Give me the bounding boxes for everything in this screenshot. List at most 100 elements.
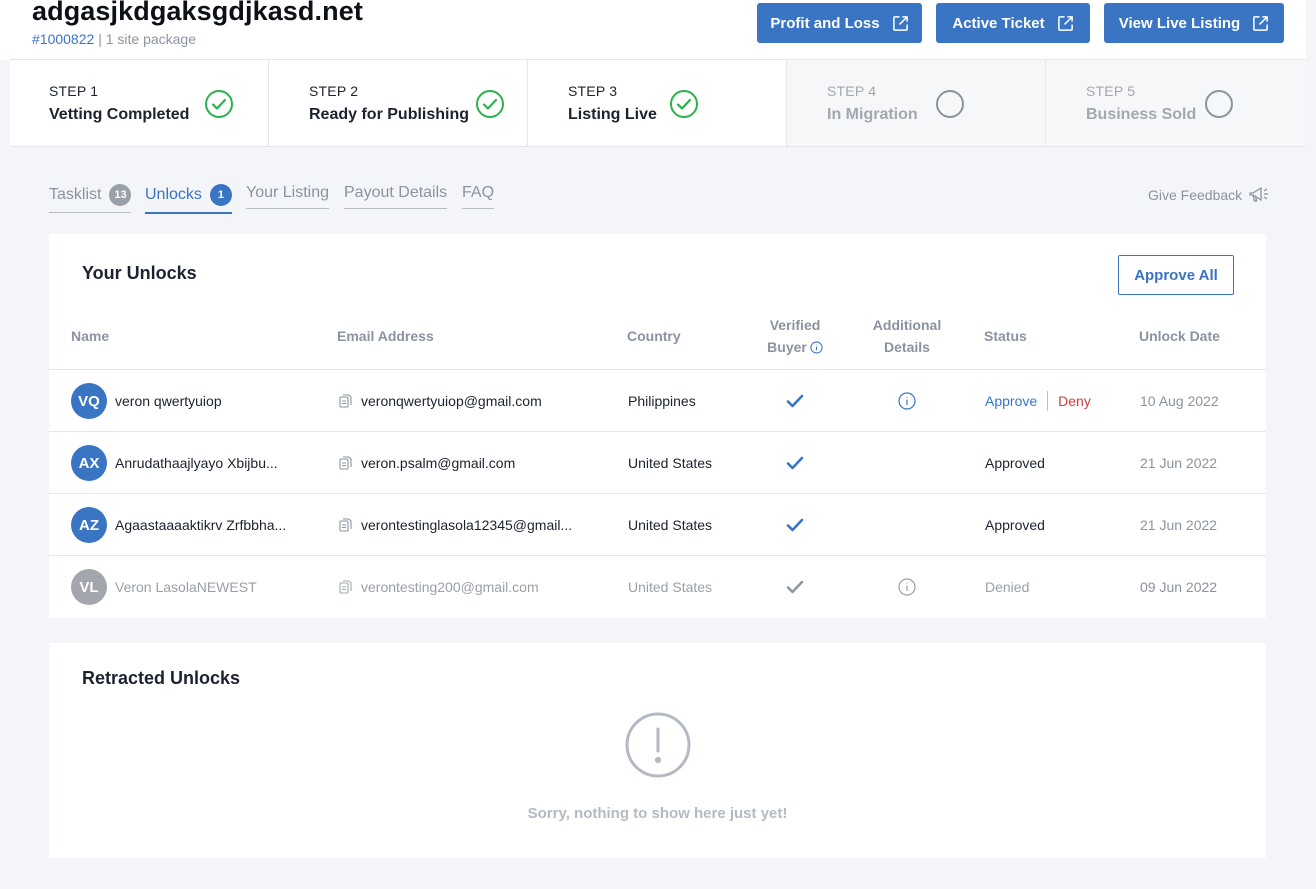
email-cell: veron.psalm@gmail.com [337,432,515,494]
deny-link[interactable]: Deny [1058,393,1091,409]
column-header-status: Status [984,328,1027,344]
tab-label: Your Listing [246,184,330,201]
status-divider [1047,391,1049,411]
email-text: veron.psalm@gmail.com [361,455,516,471]
column-header-additional-details: Additional Details [867,314,947,358]
site-title: adgasjkdgaksgdjkasd.net [32,0,363,26]
country: United States [628,517,713,533]
step-label: Vetting Completed [49,106,190,123]
table-row: VQ veron qwertyuiop veronqwertyuiop@gmai… [49,369,1266,431]
tab-label: Unlocks [145,186,202,203]
copy-icon[interactable] [337,393,353,409]
step-label: Listing Live [568,106,657,123]
copy-icon[interactable] [337,579,353,595]
email-text: verontesting200@gmail.com [361,579,539,595]
verified-check-icon [785,494,805,556]
status-text: Approved [985,455,1045,471]
column-header-verified-buyer: Verified Buyer [755,314,835,358]
tab-count-badge: 13 [109,184,132,206]
unlock-date: 21 Jun 2022 [1140,455,1218,471]
table-row: AX Anrudathaajlyayo Xbijbu... veron.psal… [49,431,1266,493]
info-icon[interactable] [898,370,916,432]
country: Philippines [628,393,696,409]
check-circle-icon [670,90,698,118]
step-number: STEP 4 [827,83,877,99]
external-link-icon [1057,15,1073,31]
header-line-with-icon: Buyer [755,336,835,358]
unlock-date: 10 Aug 2022 [1140,393,1219,409]
step-5: STEP 5 Business Sold [1046,60,1306,146]
verified-check-icon [785,432,805,494]
card-title: Your Unlocks [82,263,197,283]
avatar: VL [71,569,107,605]
progress-steps: STEP 1 Vetting Completed STEP 2 Ready fo… [10,59,1306,147]
avatar: VQ [71,383,107,419]
tab-your-listing[interactable]: Your Listing [246,184,330,209]
status-text: Denied [985,579,1030,595]
give-feedback-link[interactable]: Give Feedback [1148,185,1270,205]
site-subtitle: #1000822 | 1 site package [32,31,196,47]
active-ticket-label: Active Ticket [952,14,1045,32]
column-header-email: Email Address [337,328,434,344]
tab-tasklist[interactable]: Tasklist 13 [49,184,132,213]
country: United States [628,579,713,595]
email-text: verontestinglasola12345@gmail... [361,517,573,533]
view-live-listing-label: View Live Listing [1118,14,1241,32]
tab-payout-details[interactable]: Payout Details [344,184,448,209]
copy-icon[interactable] [337,455,353,471]
info-icon[interactable] [898,556,916,618]
header-line: Details [884,339,930,355]
tab-faq[interactable]: FAQ [462,184,495,209]
email-cell: verontestinglasola12345@gmail... [337,494,572,556]
buyer-name: Veron LasolaNEWEST [115,579,257,595]
email-cell: veronqwertyuiop@gmail.com [337,370,542,432]
your-unlocks-card: Your Unlocks Approve All Name Email Addr… [49,234,1266,618]
unlock-date: 09 Jun 2022 [1140,579,1218,595]
empty-state-message: Sorry, nothing to show here just yet! [527,805,788,822]
profit-and-loss-button[interactable]: Profit and Loss [757,3,922,43]
step-number: STEP 3 [568,83,618,99]
step-label: Business Sold [1086,106,1197,123]
buyer-name: veron qwertyuiop [115,393,222,409]
step-label: Ready for Publishing [309,106,470,123]
column-header-unlock-date: Unlock Date [1139,328,1220,344]
active-ticket-button[interactable]: Active Ticket [936,3,1090,43]
step-number: STEP 2 [309,83,359,99]
empty-circle-icon [1205,90,1233,118]
avatar: AZ [71,507,107,543]
tab-label: Tasklist [49,186,102,203]
profit-and-loss-label: Profit and Loss [770,14,880,32]
empty-circle-icon [936,90,964,118]
step-3: STEP 3 Listing Live [528,60,787,146]
step-number: STEP 5 [1086,83,1136,99]
tab-unlocks[interactable]: Unlocks 1 [145,184,232,214]
column-header-country: Country [627,328,681,344]
megaphone-icon [1249,186,1269,202]
buyer-name: Anrudathaajlyayo Xbijbu... [115,455,278,471]
approve-link[interactable]: Approve [985,393,1037,409]
header-line: Additional [872,317,942,333]
approve-all-button[interactable]: Approve All [1118,255,1234,295]
alert-circle-icon [625,712,691,778]
info-icon[interactable] [810,340,823,354]
header-line: Verified [769,317,821,333]
step-4: STEP 4 In Migration [787,60,1046,146]
package-label: | 1 site package [98,31,196,47]
retracted-unlocks-card: Retracted Unlocks Sorry, nothing to show… [49,643,1266,858]
page-header: adgasjkdgaksgdjkasd.net #1000822 | 1 sit… [0,0,1306,60]
view-live-listing-button[interactable]: View Live Listing [1104,3,1284,43]
listing-id-link[interactable]: #1000822 [32,31,94,47]
verified-check-icon [785,556,805,618]
check-circle-icon [205,90,233,118]
avatar: AX [71,445,107,481]
external-link-icon [892,15,908,31]
tab-count-badge: 1 [209,184,232,206]
step-number: STEP 1 [49,83,99,99]
check-circle-icon [476,90,504,118]
feedback-label: Give Feedback [1148,187,1243,203]
status-actions: Approve Deny [985,370,1091,432]
copy-icon[interactable] [337,517,353,533]
table-row: AZ Agaastaaaaktikrv Zrfbbha... verontest… [49,493,1266,555]
buyer-name: Agaastaaaaktikrv Zrfbbha... [115,517,287,533]
email-text: veronqwertyuiop@gmail.com [361,393,542,409]
